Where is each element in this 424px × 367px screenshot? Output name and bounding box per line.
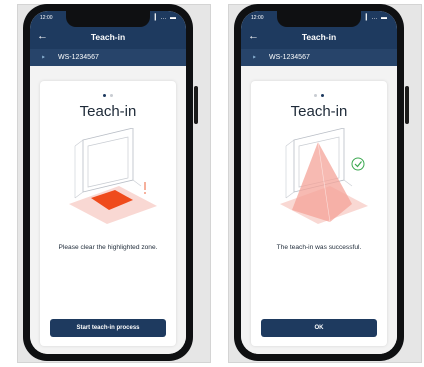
nav-bar: ← Teach-in: [30, 26, 186, 49]
status-time: 12:00: [251, 15, 264, 21]
content-area: Teach-in: [241, 66, 397, 354]
teach-in-card: Teach-in: [40, 81, 176, 346]
page-title: Teach-in: [301, 32, 337, 42]
phone-screen: 12:00 ▎… ▬ ← Teach-in ‣ WS-1234567 Teach…: [241, 11, 397, 354]
ok-button[interactable]: OK: [261, 319, 377, 337]
status-message: The teach-in was successful.: [276, 244, 362, 251]
detection-beam: [292, 142, 352, 222]
phone-left: 12:00 ▎… ▬ ← Teach-in ‣ WS-1234567 Teach…: [23, 4, 193, 361]
step-indicator: [251, 87, 387, 98]
success-check-icon: [351, 157, 365, 171]
door-opening: [87, 136, 129, 188]
card-title: Teach-in: [290, 103, 348, 120]
teach-in-card: Teach-in: [251, 81, 387, 346]
nav-bar: ← Teach-in: [241, 26, 397, 49]
card-title: Teach-in: [79, 103, 137, 120]
sensor-icon: ‣: [41, 53, 46, 62]
step-indicator: [40, 87, 176, 98]
step-dot: [314, 94, 317, 98]
phone-side-button: [405, 86, 409, 124]
device-bar: ‣ WS-1234567: [30, 49, 186, 66]
phone-side-button: [194, 86, 198, 124]
step-dot: [110, 94, 113, 98]
phone-right: 12:00 ▎… ▬ ← Teach-in ‣ WS-1234567 Teach…: [234, 4, 404, 361]
step-dot-active: [321, 94, 324, 98]
door-zone-illustration: [69, 128, 157, 224]
step-dot-active: [103, 94, 106, 98]
sensor-icon: ‣: [252, 53, 257, 62]
device-id: WS-1234567: [269, 53, 310, 61]
phone-notch: [277, 11, 361, 27]
status-message: Please clear the highlighted zone.: [58, 244, 158, 251]
phone-notch: [66, 11, 150, 27]
device-bar: ‣ WS-1234567: [241, 49, 397, 66]
content-area: Teach-in: [30, 66, 186, 354]
status-icons: ▎… ▬: [154, 15, 177, 21]
page-title: Teach-in: [90, 32, 126, 42]
status-icons: ▎… ▬: [365, 15, 388, 21]
device-id: WS-1234567: [58, 53, 99, 61]
phone-screen: 12:00 ▎… ▬ ← Teach-in ‣ WS-1234567 Teach…: [30, 11, 186, 354]
door-beam-illustration: [280, 128, 368, 224]
status-time: 12:00: [40, 15, 53, 21]
start-teach-in-button[interactable]: Start teach-in process: [50, 319, 166, 337]
